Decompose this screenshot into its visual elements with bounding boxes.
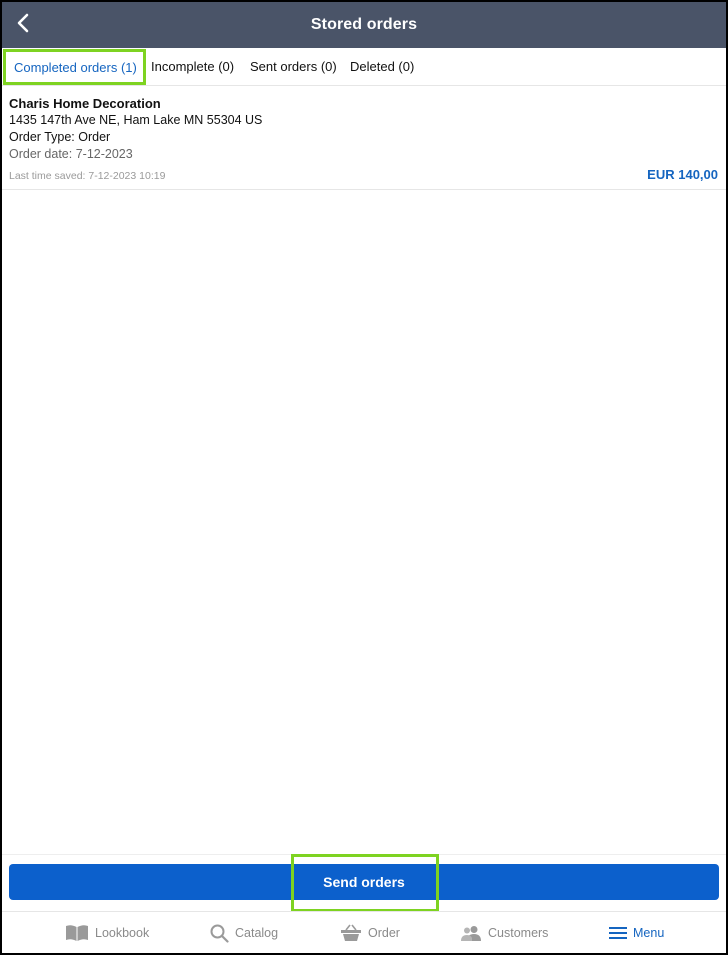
nav-label: Customers <box>488 926 549 940</box>
order-date: Order date: 7-12-2023 <box>9 147 133 161</box>
search-icon <box>210 924 229 943</box>
top-bar: Stored orders <box>2 2 726 48</box>
back-button[interactable] <box>8 10 38 40</box>
nav-label: Catalog <box>235 926 279 940</box>
nav-menu[interactable]: Menu <box>609 912 664 953</box>
customer-address: 1435 147th Ave NE, Ham Lake MN 55304 US <box>9 113 263 127</box>
divider <box>2 854 726 855</box>
tab-incomplete[interactable]: Incomplete (0) <box>151 48 234 86</box>
order-type: Order Type: Order <box>9 130 111 144</box>
chevron-left-icon <box>16 13 30 38</box>
customer-name: Charis Home Decoration <box>9 96 161 111</box>
bottom-navigation: Lookbook Catalog Order Customers Menu <box>2 911 726 953</box>
nav-order[interactable]: Order <box>340 912 400 953</box>
app-screen: Stored orders Completed orders (1) Incom… <box>2 2 726 953</box>
book-icon <box>65 924 89 942</box>
hamburger-menu-icon <box>609 926 627 940</box>
order-amount: EUR 140,00 <box>647 167 718 182</box>
tab-completed-orders[interactable]: Completed orders (1) <box>3 49 146 85</box>
tab-sent-orders[interactable]: Sent orders (0) <box>250 48 337 86</box>
nav-lookbook[interactable]: Lookbook <box>65 912 149 953</box>
nav-label: Lookbook <box>95 926 150 940</box>
nav-customers[interactable]: Customers <box>460 912 548 953</box>
page-title: Stored orders <box>310 16 418 33</box>
basket-icon <box>340 924 362 942</box>
nav-label: Menu <box>633 926 665 940</box>
nav-label: Order <box>368 926 400 940</box>
tab-deleted[interactable]: Deleted (0) <box>350 48 414 86</box>
nav-catalog[interactable]: Catalog <box>210 912 278 953</box>
send-orders-button[interactable]: Send orders <box>9 864 719 900</box>
people-icon <box>460 925 482 942</box>
order-list-item[interactable]: Charis Home Decoration 1435 147th Ave NE… <box>2 88 726 190</box>
last-saved: Last time saved: 7-12-2023 10:19 <box>9 170 166 182</box>
order-tabs: Completed orders (1) Incomplete (0) Sent… <box>2 48 726 86</box>
